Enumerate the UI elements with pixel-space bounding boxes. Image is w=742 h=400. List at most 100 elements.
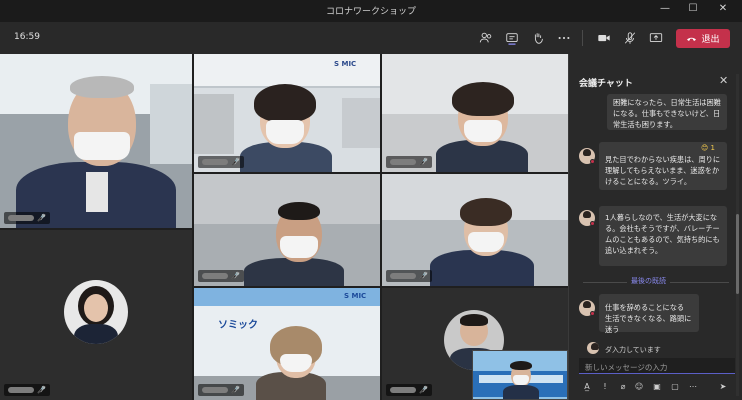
participant-nameplate: 🎤̸ xyxy=(386,384,432,396)
chat-scrollbar[interactable] xyxy=(736,74,739,396)
close-icon: ✕ xyxy=(719,74,729,87)
face-mask xyxy=(74,132,130,160)
mic-off-icon: 🎤̸ xyxy=(37,386,46,394)
toolbar-divider xyxy=(582,30,583,46)
chat-message: 1人暮らしなので、生活が大変になる。会社もそうですが、バレーチームのこともあるの… xyxy=(599,206,727,266)
blurred-name xyxy=(390,387,416,393)
video-tile[interactable]: 🎤̸ xyxy=(194,174,380,286)
avatar-body xyxy=(74,324,118,344)
gif-icon[interactable]: ▣ xyxy=(651,382,663,391)
phone-icon xyxy=(687,37,697,41)
participant-nameplate: 🎤̸ xyxy=(198,156,244,168)
meeting-timer: 16:59 xyxy=(14,32,40,42)
send-icon[interactable]: ➤ xyxy=(717,382,729,391)
mic-off-icon xyxy=(624,32,636,44)
video-tile[interactable]: 🎤̸ xyxy=(0,54,192,228)
maximize-button[interactable]: ☐ xyxy=(686,3,700,14)
face-mask xyxy=(468,232,504,252)
video-tile[interactable]: S MIC 🎤̸ xyxy=(194,54,380,172)
face-mask xyxy=(280,354,312,372)
typing-indicator: ダ入力しています xyxy=(605,346,661,354)
mic-off-icon: 🎤̸ xyxy=(419,158,428,166)
mic-off-icon: 🎤̸ xyxy=(419,386,428,394)
display-background xyxy=(342,98,380,148)
message-compose-input[interactable]: 新しいメッセージの入力 xyxy=(579,358,735,374)
last-read-label: 最後の既読 xyxy=(627,276,670,286)
scrollbar-thumb[interactable] xyxy=(736,214,739,294)
blurred-name xyxy=(390,273,416,279)
participant-nameplate: 🎤̸ xyxy=(386,156,432,168)
blurred-name xyxy=(390,159,416,165)
avatar-face xyxy=(84,294,108,322)
mic-off-icon: 🎤̸ xyxy=(231,386,240,394)
camera-button[interactable] xyxy=(596,30,612,46)
participant-nameplate: 🎤̸ xyxy=(386,270,432,282)
camera-icon xyxy=(598,34,610,42)
reaction-badge[interactable]: 😊 1 xyxy=(701,144,715,152)
chat-message: 困難になったら、日常生活は困難になる。仕事もできないけど、日常生活も困ります。 xyxy=(607,94,727,130)
more-actions-button[interactable] xyxy=(556,30,572,46)
raise-hand-button[interactable] xyxy=(530,30,546,46)
blurred-name xyxy=(8,215,34,221)
self-view-tile[interactable] xyxy=(472,350,568,400)
video-tile[interactable]: 🎤̸ xyxy=(0,230,192,400)
chat-icon xyxy=(506,33,518,45)
blurred-name xyxy=(202,159,228,165)
participant-nameplate: 🎤̸ xyxy=(4,212,50,224)
share-screen-button[interactable] xyxy=(648,30,664,46)
video-tile[interactable]: ソミック S MIC 🎤̸ xyxy=(194,288,380,400)
emoji-icon[interactable]: ☺ xyxy=(633,382,645,391)
face-mask xyxy=(280,236,318,258)
somic-sign: S MIC xyxy=(334,60,357,68)
face-mask xyxy=(513,375,529,385)
mic-button[interactable] xyxy=(622,30,638,46)
video-stage: 🎤̸ S MIC 🎤̸ 🎤̸ 🎤̸ 🎤̸ 🎤̸ ソミック S MIC 🎤̸ 🎤̸ xyxy=(0,54,568,400)
person-hair xyxy=(460,198,512,226)
shirt-collar xyxy=(86,172,108,212)
person-hair xyxy=(452,82,514,116)
presence-dot xyxy=(590,159,595,164)
participants-icon xyxy=(479,32,492,43)
leave-label: 退出 xyxy=(701,35,720,45)
person-body xyxy=(244,258,344,286)
participant-nameplate: 🎤̸ xyxy=(198,270,244,282)
presence-dot xyxy=(590,221,595,226)
attach-icon[interactable]: ⌀ xyxy=(617,382,629,391)
close-chat-button[interactable]: ✕ xyxy=(719,74,728,87)
presence-dot xyxy=(590,311,595,316)
blurred-name xyxy=(8,387,34,393)
wall-background xyxy=(150,84,192,164)
leave-button[interactable]: 退出 xyxy=(676,29,730,48)
raise-hand-icon xyxy=(534,33,543,44)
face-mask xyxy=(464,120,502,142)
mic-off-icon: 🎤̸ xyxy=(231,272,240,280)
participant-avatar xyxy=(64,280,128,344)
more-icon[interactable]: ⋯ xyxy=(687,382,699,391)
mic-off-icon: 🎤̸ xyxy=(419,272,428,280)
person-hair xyxy=(510,361,532,370)
more-icon xyxy=(558,36,570,40)
face-mask xyxy=(266,120,304,144)
person-body xyxy=(503,385,539,399)
participant-nameplate: 🎤̸ xyxy=(198,384,244,396)
chat-button[interactable] xyxy=(504,30,520,46)
person-hair xyxy=(278,202,320,220)
typing-avatar xyxy=(587,342,599,354)
meeting-toolbar: 16:59 退出 xyxy=(0,22,742,54)
blurred-name xyxy=(202,387,228,393)
mic-off-icon: 🎤̸ xyxy=(231,158,240,166)
important-icon[interactable]: ! xyxy=(599,382,611,391)
minimize-button[interactable]: — xyxy=(658,3,672,14)
video-tile[interactable]: 🎤̸ xyxy=(382,54,568,172)
title-bar: コロナワークショップ — ☐ ✕ xyxy=(0,0,742,22)
blurred-name xyxy=(202,273,228,279)
sticker-icon[interactable]: ▢ xyxy=(669,382,681,391)
video-tile[interactable]: 🎤̸ xyxy=(382,174,568,286)
somic-sign: S MIC xyxy=(344,292,367,300)
participants-button[interactable] xyxy=(478,30,494,46)
format-icon[interactable]: A̲ xyxy=(581,382,593,391)
mic-off-icon: 🎤̸ xyxy=(37,214,46,222)
display-background xyxy=(194,94,234,154)
meeting-chat-panel: 会議チャット ✕ 困難になったら、日常生活は困難になる。仕事もできないけど、日常… xyxy=(568,54,742,400)
close-window-button[interactable]: ✕ xyxy=(716,3,730,14)
